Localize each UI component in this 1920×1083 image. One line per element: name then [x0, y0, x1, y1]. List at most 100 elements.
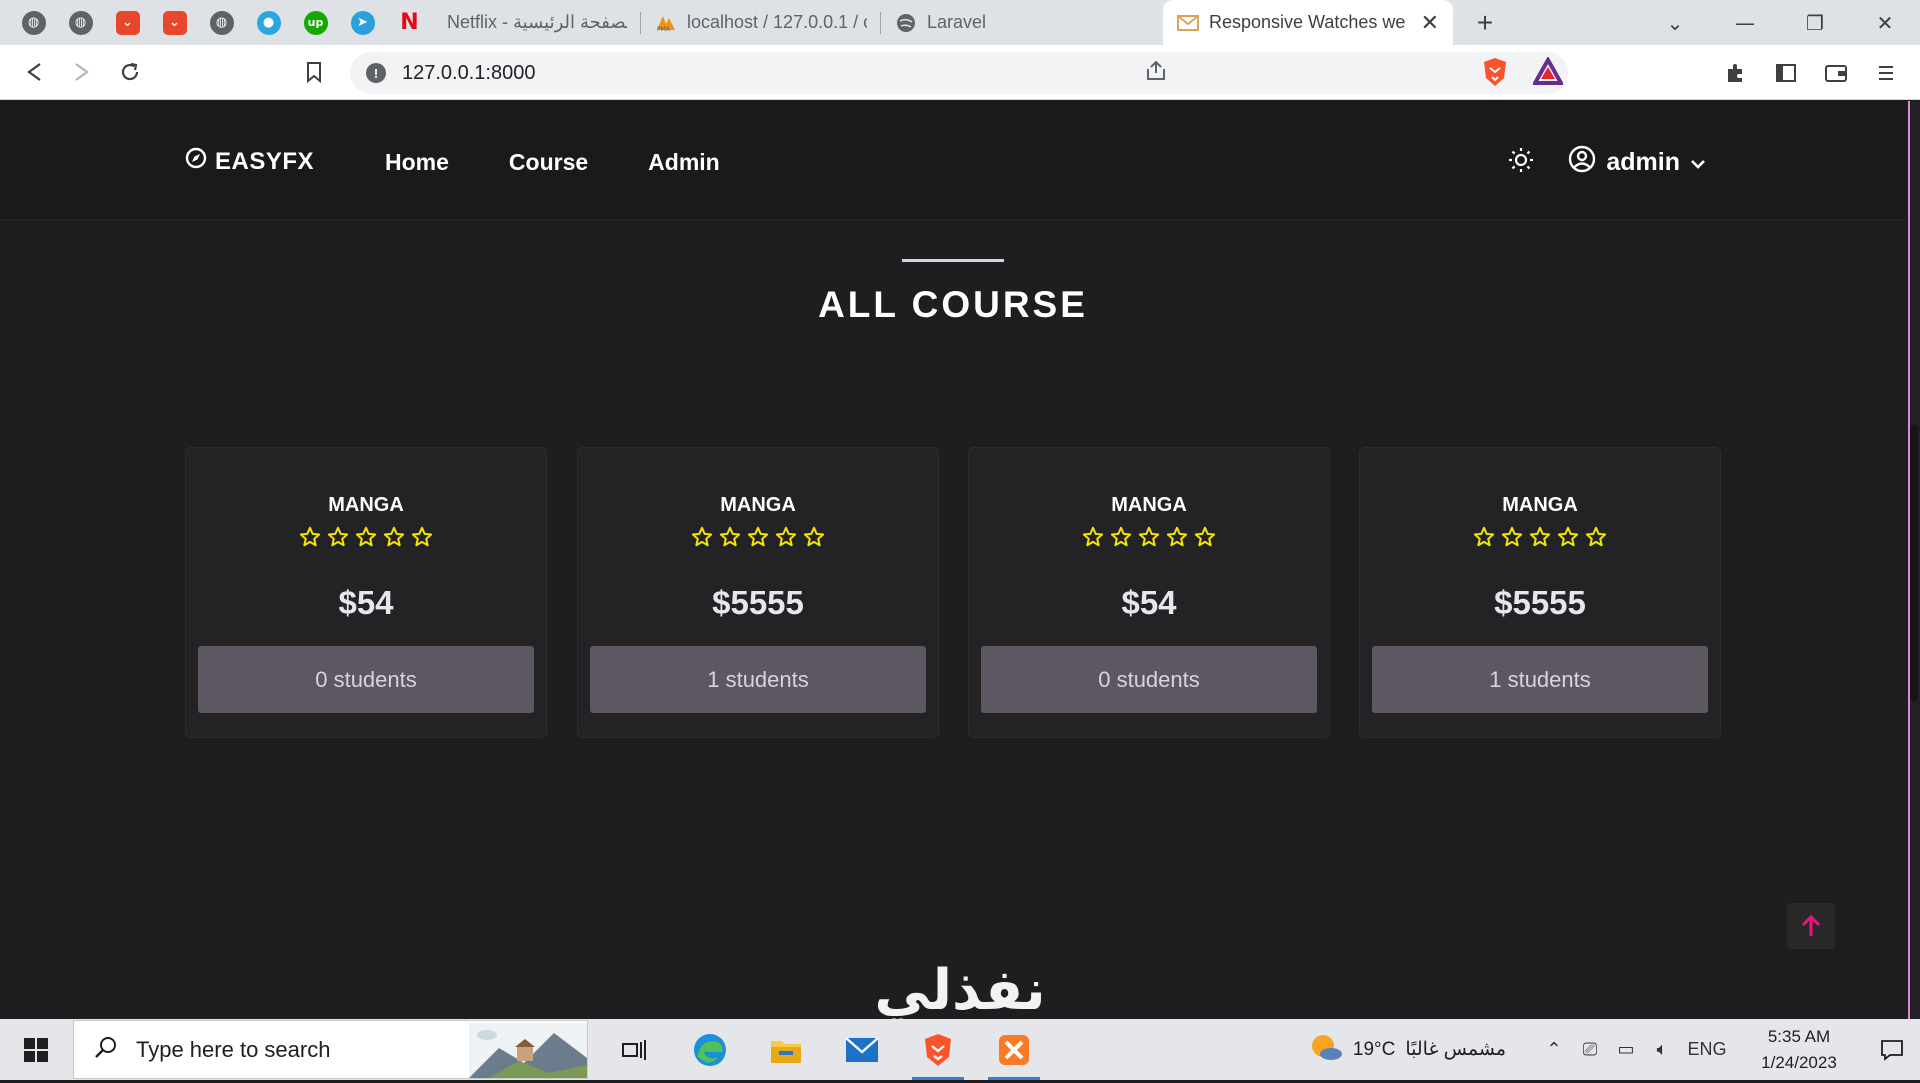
pinned-tab[interactable]: ➤: [339, 0, 386, 45]
brave-icon: [925, 1033, 951, 1066]
pinned-tab[interactable]: ◍: [198, 0, 245, 45]
star-icon: [775, 526, 797, 553]
windows-taskbar: Type here to search 19°C مشمس غالبًا ⌃ ⎚…: [0, 1019, 1920, 1080]
language-indicator[interactable]: ENG: [1680, 1039, 1734, 1060]
toolbar-right: [1712, 49, 1910, 97]
nav-admin[interactable]: Admin: [648, 149, 720, 176]
star-icon: [747, 526, 769, 553]
students-button[interactable]: 0 students: [198, 646, 534, 713]
star-icon: [1110, 526, 1132, 553]
theme-toggle-sun-icon[interactable]: [1508, 147, 1534, 178]
rating-stars: [578, 526, 938, 553]
star-icon: [1138, 526, 1160, 553]
bookmark-icon[interactable]: [290, 48, 338, 96]
star-icon: [1557, 526, 1579, 553]
nav-home[interactable]: Home: [385, 149, 449, 176]
brave-app[interactable]: [900, 1019, 976, 1080]
clock[interactable]: 5:35 AM 1/24/2023: [1744, 1024, 1854, 1076]
pinned-tab[interactable]: ◍: [57, 0, 104, 45]
tab-phpmyadmin[interactable]: PMA localhost / 127.0.0.1 / oreoof: [641, 0, 881, 45]
clock-date: 1/24/2023: [1761, 1052, 1837, 1072]
section-title: ALL COURSE: [818, 284, 1088, 325]
reload-icon[interactable]: [106, 48, 154, 96]
pinned-tab[interactable]: ⌄: [104, 0, 151, 45]
xampp-app[interactable]: [976, 1019, 1052, 1080]
star-icon: [411, 526, 433, 553]
folder-icon: [771, 1040, 801, 1063]
extensions-icon[interactable]: [1712, 49, 1760, 97]
phpmyadmin-icon: PMA: [655, 12, 677, 34]
menu-icon[interactable]: [1862, 49, 1910, 97]
meet-now-icon[interactable]: ⎚: [1572, 1039, 1608, 1060]
search-placeholder: Type here to search: [136, 1036, 331, 1062]
volume-icon[interactable]: 🔈︎: [1644, 1039, 1680, 1060]
close-window-icon[interactable]: ✕: [1850, 11, 1920, 35]
site-info-icon[interactable]: !: [366, 63, 386, 83]
circle-icon: ●: [256, 10, 281, 35]
course-price: $54: [1121, 584, 1177, 621]
course-card[interactable]: MANGA $54 0 students: [968, 447, 1330, 738]
tab-responsive-watches[interactable]: Responsive Watches web ✕: [1163, 0, 1453, 45]
user-name: admin: [1606, 148, 1680, 176]
site-logo[interactable]: EASYFX: [185, 147, 314, 176]
watermark-logo: نفذلي: [850, 949, 1070, 1019]
brave-rewards-icon[interactable]: [1531, 55, 1565, 87]
tab-netflix[interactable]: Netflix - الصفحة الرئيسية: [433, 0, 641, 45]
pinned-tab[interactable]: N: [386, 0, 433, 45]
user-menu[interactable]: admin: [1568, 145, 1706, 180]
brave-shields-icon[interactable]: [1480, 56, 1510, 88]
star-icon: [355, 526, 377, 553]
pinned-tab[interactable]: ●: [245, 0, 292, 45]
forward-icon[interactable]: [58, 48, 106, 96]
close-tab-icon[interactable]: ✕: [1421, 10, 1439, 36]
share-icon[interactable]: [1144, 59, 1168, 87]
url-text: 127.0.0.1:8000: [402, 61, 536, 84]
course-price: $54: [338, 584, 394, 621]
students-button[interactable]: 1 students: [590, 646, 926, 713]
start-button[interactable]: [0, 1019, 72, 1080]
course-card[interactable]: MANGA $5555 1 students: [1359, 447, 1721, 738]
tab-label: Laravel: [927, 12, 987, 32]
tab-laravel[interactable]: Laravel: [881, 0, 1163, 45]
course-title: MANGA: [328, 494, 404, 516]
weather-widget[interactable]: 19°C مشمس غالبًا: [1309, 1032, 1506, 1068]
battery-icon[interactable]: ▭: [1608, 1039, 1644, 1060]
svg-text:PMA: PMA: [657, 26, 671, 32]
new-tab-icon[interactable]: +: [1467, 7, 1503, 39]
xampp-icon: [999, 1034, 1029, 1065]
task-view-button[interactable]: [596, 1019, 672, 1080]
compass-icon: [185, 147, 207, 176]
notifications-icon[interactable]: [1864, 1039, 1920, 1061]
pinned-tab[interactable]: ◍: [10, 0, 57, 45]
minimize-icon[interactable]: —: [1710, 11, 1780, 35]
back-icon[interactable]: [10, 48, 58, 96]
edge-app[interactable]: [672, 1019, 748, 1080]
pinned-tab[interactable]: up: [292, 0, 339, 45]
scrollbar-thumb[interactable]: [1910, 425, 1918, 701]
browser-toolbar: ! 127.0.0.1:8000: [0, 45, 1920, 100]
wallet-icon[interactable]: [1812, 49, 1860, 97]
tab-search-icon[interactable]: ⌄: [1640, 11, 1710, 35]
tab-label: Netflix - الصفحة الرئيسية: [447, 12, 627, 32]
watermark-text: نفذلي: [874, 958, 1045, 1019]
browser-tab-strip: ◍ ◍ ⌄ ⌄ ◍ ● up ➤ N Netflix - الصفحة الرئ…: [0, 0, 1920, 45]
pinned-tab[interactable]: ⌄: [151, 0, 198, 45]
restore-icon[interactable]: ❐: [1780, 11, 1850, 35]
chevron-up-icon[interactable]: ⌃: [1536, 1039, 1572, 1060]
nav-right: admin: [1508, 145, 1706, 180]
course-price: $5555: [1494, 584, 1586, 621]
nav-course[interactable]: Course: [509, 149, 588, 176]
taskbar-search-box[interactable]: Type here to search: [73, 1020, 588, 1079]
scroll-to-top-button[interactable]: [1787, 903, 1835, 949]
students-button[interactable]: 1 students: [1372, 646, 1708, 713]
address-bar[interactable]: ! 127.0.0.1:8000: [350, 52, 1568, 94]
mail-app[interactable]: [824, 1019, 900, 1080]
search-highlight-image: [469, 1023, 587, 1078]
course-card[interactable]: MANGA $5555 1 students: [577, 447, 939, 738]
course-card[interactable]: MANGA $54 0 students: [185, 447, 547, 738]
star-icon: [1194, 526, 1216, 553]
sidebar-icon[interactable]: [1762, 49, 1810, 97]
edge-icon: [694, 1033, 726, 1066]
students-button[interactable]: 0 students: [981, 646, 1317, 713]
file-explorer-app[interactable]: [748, 1019, 824, 1080]
